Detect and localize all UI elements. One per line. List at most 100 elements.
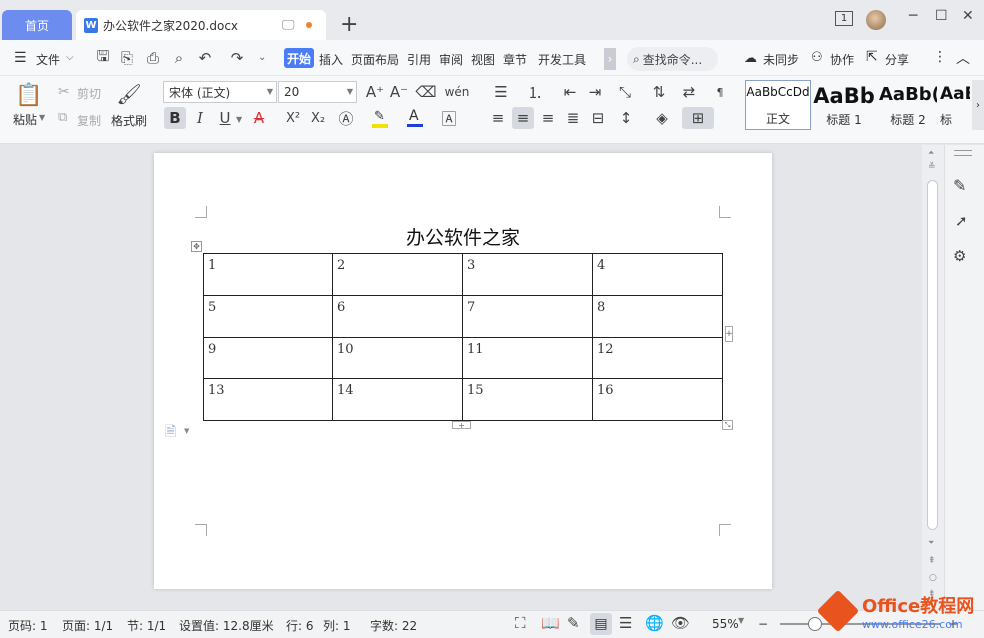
sort-icon[interactable]: ⇄ [678,82,700,102]
shading-icon[interactable]: ◈ [650,108,674,128]
close-button[interactable]: ✕ [962,8,974,24]
sync-status[interactable]: 未同步 [763,51,799,68]
status-pages[interactable]: 页面: 1/1 [62,617,113,634]
table-cell[interactable]: 15 [462,378,593,421]
new-tab-button[interactable]: + [340,12,358,37]
table-cell[interactable]: 9 [203,336,333,380]
window-count-badge[interactable]: 1 [835,11,853,26]
table-cell[interactable]: 5 [203,294,333,338]
scroll-up-icon[interactable]: ⏶ [928,148,934,158]
outline-view-icon[interactable]: ☰ [619,614,632,632]
table-resize-handle-icon[interactable]: ⤡ [722,420,733,430]
bullet-list-icon[interactable]: ☰ [490,82,512,102]
maximize-button[interactable]: ☐ [935,8,948,24]
clear-format-icon[interactable]: ⌫ [415,82,436,102]
subscript-button[interactable]: X₂ [307,107,329,129]
decrease-indent-icon[interactable]: ⇤ [560,82,580,102]
table-cell[interactable]: 14 [332,378,463,421]
tab-document[interactable]: W 办公软件之家2020.docx 🖵 [76,10,326,40]
tab-start[interactable]: 开始 [284,48,314,68]
shrink-font-icon[interactable]: A⁻ [390,82,408,102]
status-word-count[interactable]: 字数: 22 [370,617,417,634]
minimize-button[interactable]: ─ [909,8,917,24]
table-cell[interactable]: 7 [462,294,593,338]
command-search[interactable]: ⌕ 查找命令... [627,47,718,71]
tab-home[interactable]: 首页 [2,10,72,40]
table-cell[interactable]: 4 [592,253,723,296]
text-direction-icon[interactable]: ⇅ [650,82,668,102]
write-mode-icon[interactable]: ✎ [567,614,580,632]
quick-access-dropdown-icon[interactable]: ⌄ [258,52,266,63]
font-color-button[interactable]: A [406,107,424,129]
table-cell[interactable]: 13 [203,378,333,421]
show-marks-icon[interactable]: ¶ [708,82,732,102]
increase-indent-icon[interactable]: ⇥ [585,82,605,102]
menu-file[interactable]: 文件 [36,51,60,68]
superscript-button[interactable]: X² [282,107,304,129]
tab-references[interactable]: 引用 [407,51,431,68]
save-icon[interactable]: 🖫 [94,47,112,67]
italic-button[interactable]: I [191,107,209,129]
table-cell[interactable]: 12 [592,336,723,380]
scroll-pageup-icon[interactable]: ≚ [928,162,936,172]
highlight-icon[interactable]: ✎ [371,109,391,129]
more-options-icon[interactable]: ⋮ [933,49,947,65]
tab-insert[interactable]: 插入 [319,51,343,68]
document-title[interactable]: 办公软件之家 [154,223,772,250]
styles-scroll-arrow[interactable]: › [972,80,984,130]
redo-icon[interactable]: ↷ [228,49,246,67]
table-cell[interactable]: 10 [332,336,463,380]
style-heading-2[interactable]: AaBb( 标题 2 [878,80,938,130]
select-cursor-icon[interactable]: ➚ [955,212,968,230]
status-setting[interactable]: 设置值: 12.8厘米 [179,617,274,634]
tab-review[interactable]: 审阅 [439,51,463,68]
table-cell[interactable]: 3 [462,253,593,296]
status-page[interactable]: 页码: 1 [8,617,48,634]
tab-view[interactable]: 视图 [471,51,495,68]
undo-icon[interactable]: ↶ [196,49,214,67]
paste-dropdown-icon[interactable]: ▼ [39,113,45,122]
borders-button[interactable]: ⊞ [682,107,714,129]
table-cell[interactable]: 11 [462,336,593,380]
table-cell[interactable]: 8 [592,294,723,338]
export-pdf-icon[interactable]: ⎘ [118,49,136,67]
paste-icon[interactable]: 📋 [15,82,42,108]
menu-more-arrow[interactable]: › [604,48,616,70]
style-normal[interactable]: AaBbCcDd 正文 [745,80,811,130]
chevron-down-icon[interactable]: ▼ [738,616,744,625]
format-painter-button[interactable]: 格式刷 [111,112,147,129]
justify-icon[interactable]: ≣ [563,108,583,128]
tab-developer[interactable]: 开发工具 [538,51,586,68]
distribute-icon[interactable]: ⊟ [588,108,608,128]
share-button[interactable]: 分享 [885,51,909,68]
strikethrough-button[interactable]: A [250,107,268,129]
grow-font-icon[interactable]: A⁺ [366,82,384,102]
avatar[interactable] [866,10,886,30]
hamburger-icon[interactable]: ☰ [14,50,27,66]
status-section[interactable]: 节: 1/1 [127,617,166,634]
style-heading-3[interactable]: AaBl 标 [940,80,970,130]
copy-button[interactable]: 复制 [77,112,101,129]
tab-chapter[interactable]: 章节 [503,51,527,68]
pen-icon[interactable]: ✎ [953,176,966,195]
underline-button[interactable]: U [216,107,234,129]
text-effect-icon[interactable]: Ⓐ [336,107,356,129]
tab-page-layout[interactable]: 页面布局 [351,51,399,68]
select-browse-icon[interactable]: ○ [929,573,937,583]
settings-sliders-icon[interactable]: ⚙ [953,247,966,265]
chevron-down-icon[interactable]: ▼ [236,115,242,124]
fullscreen-icon[interactable]: ⛶ [515,614,526,632]
page-view-button[interactable]: ▤ [590,613,612,635]
collapse-ribbon-icon[interactable]: ︿ [956,48,970,68]
monitor-icon[interactable]: 🖵 [282,18,295,33]
zoom-level[interactable]: 55% [712,617,739,631]
paste-button[interactable]: 粘贴 [13,111,37,128]
align-center-button[interactable]: ≡ [512,107,534,129]
scroll-prevpage-icon[interactable]: ⇞ [928,556,936,566]
add-row-handle[interactable]: + [452,421,471,430]
format-painter-icon[interactable]: 🖌 [116,80,141,108]
chinese-layout-icon[interactable]: ⤡ [614,82,636,102]
table-cell[interactable]: 16 [592,378,723,421]
table-move-handle-icon[interactable]: ✥ [191,241,202,252]
zoom-out-button[interactable]: − [758,617,768,631]
